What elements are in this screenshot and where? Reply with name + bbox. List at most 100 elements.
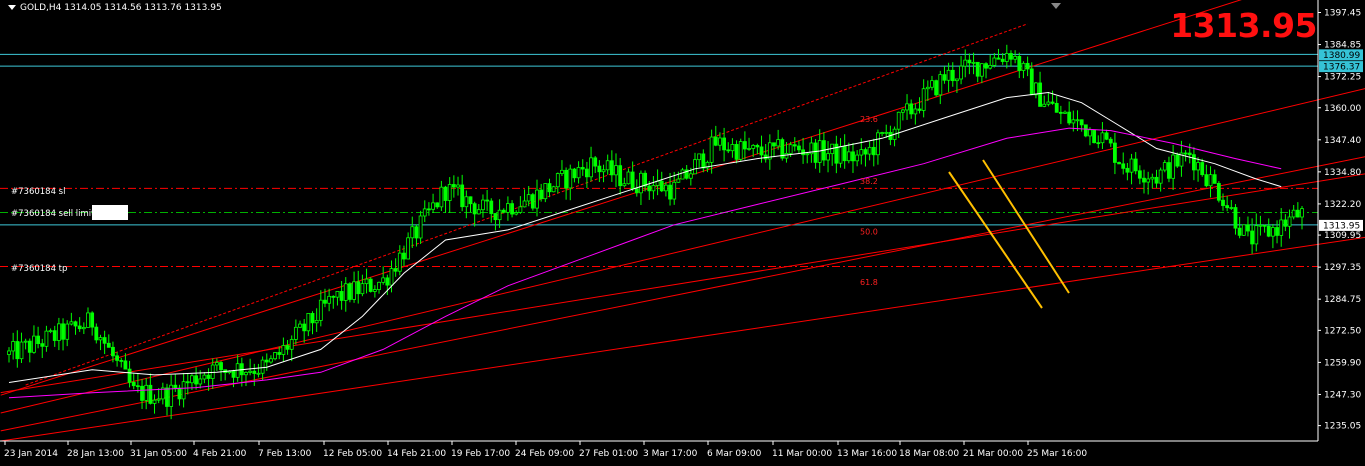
- candle-body: [526, 194, 531, 202]
- candle-body: [1196, 162, 1200, 171]
- candle-body: [1113, 142, 1117, 163]
- candle-body: [277, 352, 282, 355]
- candle-body: [11, 341, 16, 352]
- candle-body: [747, 148, 751, 150]
- candle-body: [443, 186, 448, 201]
- y-tick-label: 1247.30: [1324, 390, 1361, 400]
- candle-body: [177, 387, 182, 400]
- candle-body: [389, 268, 394, 286]
- candle-body: [73, 321, 78, 327]
- chart-shift-icon[interactable]: [1051, 3, 1061, 9]
- candle-body: [1229, 207, 1234, 209]
- candle-body: [572, 168, 577, 179]
- candle-body: [776, 139, 781, 147]
- candle-body: [1287, 216, 1292, 227]
- candle-body: [298, 323, 302, 328]
- candle-body: [27, 340, 32, 353]
- candle-body: [634, 188, 639, 194]
- candle-body: [327, 295, 332, 304]
- candle-body: [859, 149, 864, 156]
- candle-body: [751, 144, 756, 149]
- candle-body: [963, 59, 968, 67]
- candle-body: [397, 252, 402, 272]
- candle-body: [1067, 111, 1072, 124]
- candle-body: [248, 370, 253, 373]
- candle-body: [111, 346, 115, 357]
- candle-body: [447, 184, 452, 201]
- candle-body: [485, 199, 490, 202]
- candle-body: [813, 142, 818, 163]
- order-sl-label[interactable]: #7360184 sl: [11, 187, 65, 197]
- candle-body: [955, 78, 959, 82]
- candle-body: [693, 159, 697, 175]
- fib-label: 61.8: [860, 278, 878, 287]
- candle-body: [1270, 227, 1275, 237]
- candle-body: [867, 146, 872, 155]
- candle-body: [1075, 119, 1080, 122]
- candle-body: [734, 144, 739, 160]
- candle-body: [94, 326, 99, 341]
- candle-body: [784, 153, 789, 159]
- candle-body: [281, 345, 286, 355]
- y-tick-label: 1297.35: [1324, 263, 1361, 273]
- x-tick-label: 21 Mar 00:00: [963, 449, 1023, 459]
- x-tick-label: 12 Feb 05:00: [323, 449, 382, 459]
- candle-body: [115, 355, 119, 361]
- candle-body: [560, 169, 564, 174]
- candle-body: [131, 381, 136, 387]
- y-tick-label: 1360.00: [1324, 104, 1361, 114]
- candle-body: [996, 57, 1001, 60]
- candle-body: [81, 327, 86, 330]
- candle-body: [264, 359, 269, 363]
- candle-body: [855, 154, 860, 162]
- candle-body: [422, 208, 427, 217]
- candle-body: [1167, 162, 1171, 179]
- candle-body: [1158, 169, 1163, 184]
- candle-body: [622, 183, 627, 187]
- candle-body: [1187, 152, 1192, 156]
- candle-body: [992, 57, 997, 66]
- candle-body: [917, 108, 922, 111]
- x-tick-label: 13 Mar 16:00: [837, 449, 897, 459]
- candle-body: [984, 63, 988, 69]
- y-tick-label: 1272.50: [1324, 326, 1361, 336]
- candle-body: [219, 362, 223, 371]
- candle-body: [214, 362, 219, 366]
- order-tp-label[interactable]: #7360184 tp: [11, 264, 67, 274]
- candle-body: [618, 165, 623, 187]
- candle-body: [1071, 119, 1076, 124]
- candle-body: [7, 350, 11, 355]
- symbol-header[interactable]: GOLD,H4 1314.05 1314.56 1313.76 1313.95: [8, 3, 222, 13]
- candle-body: [152, 399, 157, 404]
- order-sell-limit-label[interactable]: #7360184 sell limit: [11, 209, 94, 219]
- candle-body: [1125, 167, 1130, 173]
- candle-body: [52, 330, 57, 341]
- candle-body: [1004, 53, 1009, 62]
- candle-body: [501, 209, 506, 213]
- candle-body: [69, 321, 74, 325]
- candle-body: [925, 86, 930, 90]
- candle-body: [726, 149, 731, 152]
- candle-body: [44, 330, 49, 347]
- candle-body: [921, 88, 926, 111]
- candle-body: [1279, 219, 1284, 236]
- candle-body: [1258, 224, 1263, 227]
- candle-body: [709, 136, 714, 163]
- candle-body: [1216, 183, 1221, 201]
- candle-body: [439, 186, 444, 208]
- candle-body: [838, 146, 843, 164]
- candle-body: [676, 178, 681, 183]
- candle-body: [522, 200, 527, 208]
- candle-body: [688, 173, 693, 179]
- chevron-down-icon[interactable]: [8, 5, 16, 10]
- x-tick-label: 19 Feb 17:00: [451, 449, 510, 459]
- order-box[interactable]: [92, 205, 128, 220]
- candle-body: [535, 189, 539, 209]
- candle-body: [1266, 225, 1271, 237]
- candle-body: [190, 375, 194, 384]
- candle-body: [1100, 132, 1105, 144]
- candle-body: [260, 359, 265, 374]
- price-chart[interactable]: 23.638.250.061.8 1397.451384.851372.2513…: [0, 0, 1365, 466]
- candle-body: [15, 341, 20, 360]
- candle-body: [863, 149, 868, 155]
